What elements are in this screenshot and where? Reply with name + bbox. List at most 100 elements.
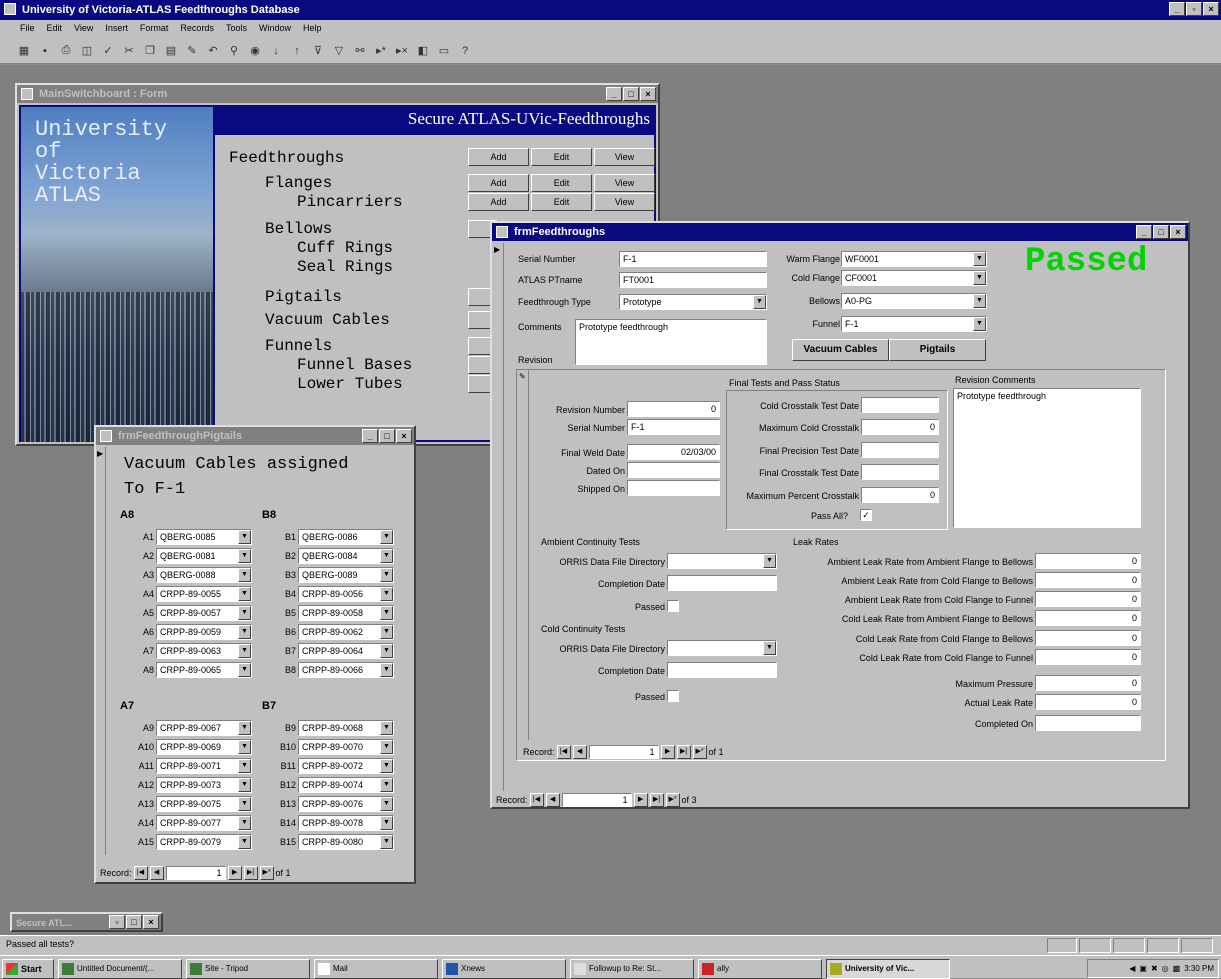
feedthroughs-add-button[interactable]: Add [468, 148, 529, 166]
close-button[interactable]: × [1170, 225, 1186, 239]
new-object-icon[interactable]: ▭ [434, 41, 454, 61]
menu-window[interactable]: Window [253, 20, 297, 38]
speaker-icon[interactable]: ◀ [1129, 964, 1135, 973]
pigtail-cable-dropdown[interactable]: CRPP-89-0055 ▼ [156, 586, 252, 602]
pigtails-button[interactable]: Pigtails [889, 339, 986, 361]
pigtail-cable-dropdown[interactable]: QBERG-0086 ▼ [298, 529, 394, 545]
spelling-icon[interactable]: ✓ [98, 41, 118, 61]
chevron-down-icon[interactable]: ▼ [380, 816, 393, 830]
menu-view[interactable]: View [68, 20, 99, 38]
chevron-down-icon[interactable]: ▼ [380, 549, 393, 563]
chevron-down-icon[interactable]: ▼ [238, 606, 251, 620]
maximize-button[interactable]: □ [126, 915, 142, 929]
pigtail-cable-dropdown[interactable]: CRPP-89-0062 ▼ [298, 624, 394, 640]
pigtail-cable-dropdown[interactable]: CRPP-89-0066 ▼ [298, 662, 394, 678]
chevron-down-icon[interactable]: ▼ [238, 587, 251, 601]
cold-flange-dropdown[interactable]: CF0001 ▼ [841, 270, 987, 286]
maximize-button[interactable]: □ [379, 429, 395, 443]
close-button[interactable]: × [1203, 2, 1219, 16]
max-cold-xtalk-field[interactable]: 0 [861, 419, 939, 435]
close-button[interactable]: × [143, 915, 159, 929]
cold-completion-field[interactable] [667, 662, 777, 678]
new-record-button[interactable]: ▶* [692, 745, 707, 759]
shipped-on-field[interactable] [627, 480, 720, 496]
chevron-down-icon[interactable]: ▼ [238, 740, 251, 754]
pigtail-cable-dropdown[interactable]: CRPP-89-0059 ▼ [156, 624, 252, 640]
chevron-down-icon[interactable]: ▼ [753, 295, 766, 309]
monitor-icon[interactable]: ▩ [1173, 964, 1181, 973]
pigtail-cable-dropdown[interactable]: CRPP-89-0074 ▼ [298, 777, 394, 793]
task-ally[interactable]: ally [698, 959, 822, 979]
help-icon[interactable]: ? [455, 41, 475, 61]
flanges-edit-button[interactable]: Edit [531, 174, 592, 192]
pigtail-cable-dropdown[interactable]: CRPP-89-0080 ▼ [298, 834, 394, 850]
minimize-button[interactable]: _ [1169, 2, 1185, 16]
revnum-field[interactable]: 0 [627, 401, 720, 417]
first-record-button[interactable]: |◀ [133, 866, 148, 880]
pigtail-cable-dropdown[interactable]: QBERG-0084 ▼ [298, 548, 394, 564]
chevron-down-icon[interactable]: ▼ [380, 740, 393, 754]
pigtail-cable-dropdown[interactable]: CRPP-89-0073 ▼ [156, 777, 252, 793]
pigtail-cable-dropdown[interactable]: CRPP-89-0075 ▼ [156, 796, 252, 812]
pigtail-cable-dropdown[interactable]: CRPP-89-0069 ▼ [156, 739, 252, 755]
cold-xtalk-date-field[interactable] [861, 397, 939, 413]
weld-date-field[interactable]: 02/03/00 [627, 444, 720, 460]
pigtail-cable-dropdown[interactable]: CRPP-89-0070 ▼ [298, 739, 394, 755]
chevron-down-icon[interactable]: ▼ [973, 252, 986, 266]
leak-field-4[interactable]: 0 [1035, 610, 1141, 626]
next-record-button[interactable]: ▶ [227, 866, 242, 880]
task-mail[interactable]: Mail [314, 959, 438, 979]
pigtail-cable-dropdown[interactable]: QBERG-0088 ▼ [156, 567, 252, 583]
pigtail-cable-dropdown[interactable]: CRPP-89-0072 ▼ [298, 758, 394, 774]
pigtail-cable-dropdown[interactable]: CRPP-89-0067 ▼ [156, 720, 252, 736]
pincarriers-view-button[interactable]: View [594, 193, 655, 211]
task-followup[interactable]: Followup to Re: St... [570, 959, 694, 979]
funnel-dropdown[interactable]: F-1 ▼ [841, 316, 987, 332]
first-record-button[interactable]: |◀ [529, 793, 544, 807]
minimized-window[interactable]: Secure ATL... ▫ □ × [10, 912, 163, 932]
undo-icon[interactable]: ↶ [203, 41, 223, 61]
rev-comments-field[interactable]: Prototype feedthrough [953, 388, 1141, 528]
next-record-button[interactable]: ▶ [660, 745, 675, 759]
chevron-down-icon[interactable]: ▼ [763, 554, 776, 568]
pigtail-cable-dropdown[interactable]: CRPP-89-0064 ▼ [298, 643, 394, 659]
maximize-button[interactable]: □ [1153, 225, 1169, 239]
pigtail-cable-dropdown[interactable]: CRPP-89-0068 ▼ [298, 720, 394, 736]
filter-form-icon[interactable]: ▽ [329, 41, 349, 61]
save-icon[interactable]: ▪ [35, 41, 55, 61]
chevron-down-icon[interactable]: ▼ [238, 530, 251, 544]
clock[interactable]: 3:30 PM [1184, 964, 1214, 973]
feedthroughs-edit-button[interactable]: Edit [531, 148, 592, 166]
pigtail-cable-dropdown[interactable]: QBERG-0085 ▼ [156, 529, 252, 545]
cold-passed-checkbox[interactable] [667, 690, 679, 702]
chevron-down-icon[interactable]: ▼ [238, 644, 251, 658]
record-number-field[interactable]: 1 [588, 745, 659, 759]
rev-serial-field[interactable]: F-1 [627, 419, 720, 435]
bellows-dropdown[interactable]: A0-PG ▼ [841, 293, 987, 309]
pigtail-cable-dropdown[interactable]: CRPP-89-0065 ▼ [156, 662, 252, 678]
pincarriers-edit-button[interactable]: Edit [531, 193, 592, 211]
pigtail-cable-dropdown[interactable]: QBERG-0089 ▼ [298, 567, 394, 583]
leak-field-2[interactable]: 0 [1035, 572, 1141, 588]
first-record-button[interactable]: |◀ [556, 745, 571, 759]
view-icon[interactable]: ▦ [14, 41, 34, 61]
last-record-button[interactable]: ▶| [243, 866, 258, 880]
comments-field[interactable]: Prototype feedthrough [575, 319, 767, 365]
chevron-down-icon[interactable]: ▼ [238, 663, 251, 677]
flanges-add-button[interactable]: Add [468, 174, 529, 192]
chevron-down-icon[interactable]: ▼ [238, 816, 251, 830]
chevron-down-icon[interactable]: ▼ [238, 797, 251, 811]
database-window-icon[interactable]: ◧ [413, 41, 433, 61]
ambient-passed-checkbox[interactable] [667, 600, 679, 612]
actual-leak-field[interactable]: 0 [1035, 694, 1141, 710]
menu-records[interactable]: Records [174, 20, 220, 38]
cold-orris-dropdown[interactable]: ▼ [667, 640, 777, 656]
menu-insert[interactable]: Insert [99, 20, 134, 38]
print-preview-icon[interactable]: ◫ [77, 41, 97, 61]
delete-record-icon[interactable]: ▸× [392, 41, 412, 61]
dated-on-field[interactable] [627, 462, 720, 478]
sort-descending-icon[interactable]: ↑ [287, 41, 307, 61]
menu-format[interactable]: Format [134, 20, 175, 38]
chevron-down-icon[interactable]: ▼ [973, 317, 986, 331]
chevron-down-icon[interactable]: ▼ [380, 606, 393, 620]
